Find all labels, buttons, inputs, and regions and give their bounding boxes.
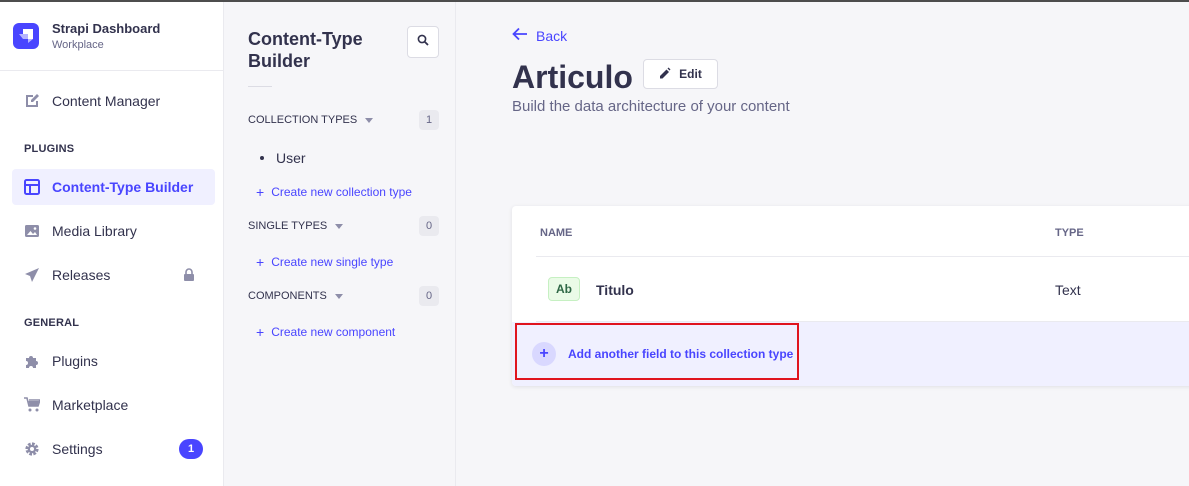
nav-section-plugins: PLUGINS [24, 143, 75, 155]
nav-content-type-builder[interactable]: Content-Type Builder [12, 169, 215, 205]
nav-settings-label: Settings [52, 441, 103, 457]
plus-icon: + [256, 254, 265, 270]
single-types-count: 0 [419, 216, 439, 236]
back-link-label: Back [536, 27, 568, 44]
brand-header[interactable]: Strapi Dashboard Workplace [0, 2, 223, 71]
plus-icon: + [256, 184, 265, 200]
nav-settings[interactable]: Settings 1 [12, 431, 215, 467]
collection-types-count: 1 [419, 110, 439, 130]
main-navigation: Strapi Dashboard Workplace Content Manag… [0, 2, 224, 486]
collection-type-item-user[interactable]: User [260, 150, 306, 166]
add-field-label: Add another field to this collection typ… [568, 347, 794, 361]
layout-icon [24, 179, 40, 195]
nav-plugins[interactable]: Plugins [12, 343, 215, 379]
page-subtitle: Build the data architecture of your cont… [512, 98, 790, 115]
edit-button-label: Edit [679, 67, 702, 81]
back-link[interactable]: Back [512, 27, 567, 44]
nav-marketplace[interactable]: Marketplace [12, 387, 215, 423]
column-header-type: TYPE [1055, 227, 1084, 239]
field-type: Text [1055, 282, 1081, 298]
search-icon [417, 33, 429, 51]
settings-notification-badge: 1 [179, 439, 203, 459]
plus-circle-icon: + [532, 342, 556, 366]
components-count: 0 [419, 286, 439, 306]
gear-icon [24, 441, 40, 457]
single-types-label: SINGLE TYPES [248, 220, 328, 232]
page-title: Articulo [512, 59, 633, 95]
paper-plane-icon [24, 267, 40, 283]
plus-icon: + [256, 324, 265, 340]
brand-subtitle: Workplace [52, 39, 104, 51]
fields-table: NAME TYPE Ab Titulo Text + Add another f… [512, 206, 1189, 386]
components-label: COMPONENTS [248, 290, 327, 302]
nav-releases-label: Releases [52, 267, 111, 283]
content-type-builder-subnav: Content-Type Builder COLLECTION TYPES 1 … [224, 2, 456, 486]
main-content: Back Articulo Edit Build the data archit… [456, 2, 1189, 486]
bullet-icon [260, 156, 264, 160]
nav-plugins-label: Plugins [52, 353, 98, 369]
create-single-type-label: Create new single type [271, 255, 394, 269]
header-divider [536, 256, 1189, 257]
feather-pen-icon [24, 93, 40, 109]
add-field-button[interactable]: + Add another field to this collection t… [532, 342, 793, 366]
add-field-row: + Add another field to this collection t… [512, 322, 1189, 386]
puzzle-icon [24, 353, 40, 369]
nav-content-type-builder-label: Content-Type Builder [52, 179, 194, 195]
caret-down-icon [335, 223, 344, 229]
create-collection-type-label: Create new collection type [271, 185, 412, 199]
pencil-icon [659, 67, 679, 82]
brand-title: Strapi Dashboard [52, 21, 161, 36]
image-icon [24, 223, 40, 239]
lock-icon [183, 268, 195, 284]
subnav-title: Content-Type Builder [248, 29, 363, 71]
strapi-logo-icon [13, 23, 39, 49]
components-toggle[interactable]: COMPONENTS 0 [248, 284, 439, 308]
single-types-toggle[interactable]: SINGLE TYPES 0 [248, 214, 439, 238]
collection-type-item-label: User [276, 150, 306, 166]
subnav-search-button[interactable] [407, 26, 439, 58]
subnav-divider [248, 86, 272, 87]
caret-down-icon [365, 117, 374, 123]
shopping-cart-icon [24, 397, 40, 413]
create-component-label: Create new component [271, 325, 396, 339]
arrow-left-icon [512, 27, 536, 44]
nav-section-general: GENERAL [24, 317, 80, 329]
edit-button[interactable]: Edit [643, 59, 718, 89]
caret-down-icon [334, 293, 343, 299]
nav-content-manager-label: Content Manager [52, 93, 161, 109]
nav-media-library-label: Media Library [52, 223, 137, 239]
nav-releases[interactable]: Releases [12, 257, 215, 293]
collection-types-label: COLLECTION TYPES [248, 114, 358, 126]
field-name: Titulo [596, 282, 634, 298]
create-single-type-link[interactable]: + Create new single type [256, 255, 393, 269]
collection-types-toggle[interactable]: COLLECTION TYPES 1 [248, 108, 439, 132]
create-component-link[interactable]: + Create new component [256, 325, 395, 339]
nav-marketplace-label: Marketplace [52, 397, 129, 413]
nav-content-manager[interactable]: Content Manager [12, 83, 215, 119]
column-header-name: NAME [540, 227, 573, 239]
create-collection-type-link[interactable]: + Create new collection type [256, 185, 412, 199]
nav-media-library[interactable]: Media Library [12, 213, 215, 249]
text-field-type-icon: Ab [548, 277, 580, 301]
